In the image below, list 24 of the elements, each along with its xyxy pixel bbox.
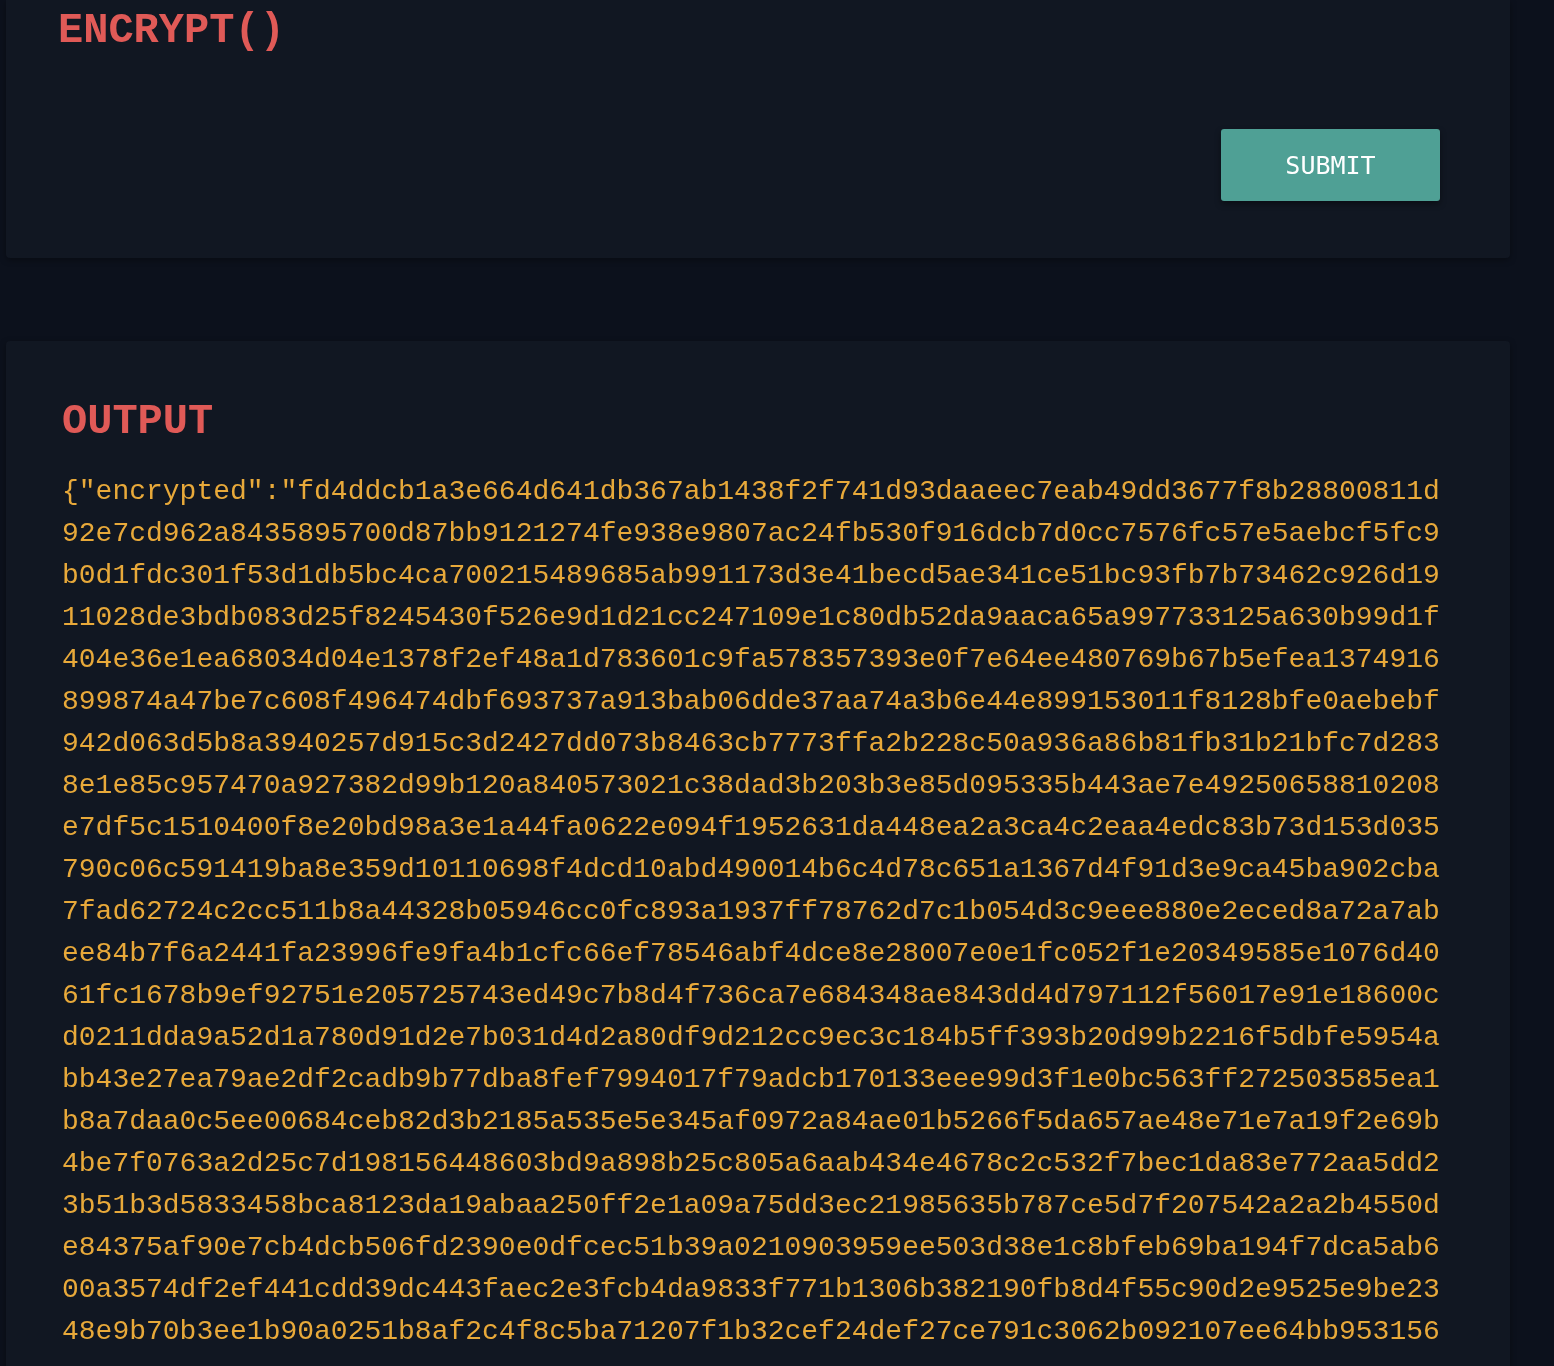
output-line: 7fad62724c2cc511b8a44328b05946cc0fc893a1937ff78762d7c1b054d3c9eee880e2eced8a72a7ab bbox=[62, 895, 1441, 929]
output-line: b0d1fdc301f53d1db5bc4ca700215489685ab991173d3e41becd5ae341ce51bc93fb7b73462c926d19 bbox=[62, 559, 1441, 593]
panel-title: ENCRYPT() bbox=[58, 6, 286, 56]
output-line: 4be7f0763a2d25c7d198156448603bd9a898b25c805a6aab434e4678c2c532f7bec1da83e772aa5dd2 bbox=[62, 1147, 1441, 1181]
output-line: 8e1e85c957470a927382d99b120a840573021c38dad3b203b3e85d095335b443ae7e49250658810208 bbox=[62, 769, 1441, 803]
output-line: e84375af90e7cb4dcb506fd2390e0dfcec51b39a0210903959ee503d38e1c8bfeb69ba194f7dca5ab6 bbox=[62, 1231, 1441, 1265]
output-line: 61fc1678b9ef92751e205725743ed49c7b8d4f736ca7e684348ae843dd4d797112f56017e91e18600c bbox=[62, 979, 1441, 1013]
output-line: 790c06c591419ba8e359d10110698f4dcd10abd490014b6c4d78c651a1367d4f91d3e9ca45ba902cba bbox=[62, 853, 1441, 887]
output-line: 3b51b3d5833458bca8123da19abaa250ff2e1a09a75dd3ec21985635b787ce5d7f207542a2a2b4550d bbox=[62, 1189, 1441, 1223]
submit-button[interactable]: SUBMIT bbox=[1221, 129, 1440, 201]
output-line: {"encrypted":"fd4ddcb1a3e664d641db367ab1438f2f741d93daaeec7eab49dd3677f8b28800811d bbox=[62, 475, 1441, 509]
output-line: bb43e27ea79ae2df2cadb9b77dba8fef7994017f79adcb170133eee99d3f1e0bc563ff272503585ea1 bbox=[62, 1063, 1441, 1097]
output-line: 942d063d5b8a3940257d915c3d2427dd073b8463cb7773ffa2b228c50a936a86b81fb31b21bfc7d283 bbox=[62, 727, 1441, 761]
output-line: d0211dda9a52d1a780d91d2e7b031d4d2a80df9d212cc9ec3c184b5ff393b20d99b2216f5dbfe5954a bbox=[62, 1021, 1441, 1055]
output-line: 404e36e1ea68034d04e1378f2ef48a1d783601c9fa578357393e0f7e64ee480769b67b5efea1374916 bbox=[62, 643, 1441, 677]
output-line: ee84b7f6a2441fa23996fe9fa4b1cfc66ef78546abf4dce8e28007e0e1fc052f1e20349585e1076d40 bbox=[62, 937, 1441, 971]
output-line: 48e9b70b3ee1b90a0251b8af2c4f8c5ba71207f1b32cef24def27ce791c3062b092107ee64bb953156 bbox=[62, 1315, 1441, 1349]
output-line: b8a7daa0c5ee00684ceb82d3b2185a535e5e345af0972a84ae01b5266f5da657ae48e71e7a19f2e69b bbox=[62, 1105, 1441, 1139]
output-line: 11028de3bdb083d25f8245430f526e9d1d21cc247109e1c80db52da9aaca65a997733125a630b99d1f bbox=[62, 601, 1441, 635]
output-line: e7df5c1510400f8e20bd98a3e1a44fa0622e094f1952631da448ea2a3ca4c2eaa4edc83b73d153d035 bbox=[62, 811, 1441, 845]
output-line: 00a3574df2ef441cdd39dc443faec2e3fcb4da9833f771b1306b382190fb8d4f55c90d2e9525e9be23 bbox=[62, 1273, 1441, 1307]
output-line: 92e7cd962a8435895700d87bb9121274fe938e9807ac24fb530f916dcb7d0cc7576fc57e5aebcf5fc9 bbox=[62, 517, 1441, 551]
output-title: OUTPUT bbox=[62, 397, 215, 447]
output-line: 899874a47be7c608f496474dbf693737a913bab06dde37aa74a3b6e44e899153011f8128bfe0aebebf bbox=[62, 685, 1441, 719]
